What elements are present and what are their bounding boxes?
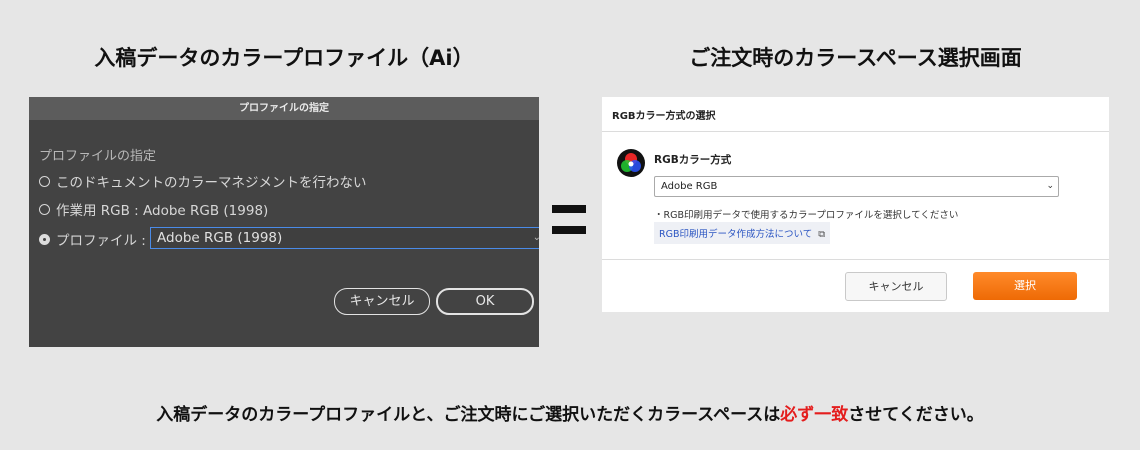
rgb-guide-link[interactable]: RGB印刷用データ作成方法について ⧉ [654,222,831,244]
instruction-text: 入稿データのカラープロファイルと、ご注文時にご選択いただくカラースペースは必ず一… [0,400,1140,425]
instruction-emphasis: 必ず一致 [780,405,849,425]
instruction-after: させてください。 [848,405,984,425]
equals-icon-bottom-bar [552,226,586,234]
order-color-space-dialog: RGBカラー方式の選択 RGBカラー方式 Adobe RGB ⌄ ・RGB印刷用… [602,97,1109,312]
radio-icon[interactable] [39,175,50,187]
divider [602,259,1109,260]
equals-icon-top-bar [552,205,586,213]
dialog-titlebar: プロファイルの指定 [29,97,539,120]
divider [602,131,1109,132]
profile-select-value: Adobe RGB (1998) [157,230,283,246]
illustrator-profile-dialog: プロファイルの指定 プロファイルの指定 このドキュメントのカラーマネジメントを行… [29,97,539,347]
color-space-select-value: Adobe RGB [661,181,718,192]
option-no-color-management[interactable]: このドキュメントのカラーマネジメントを行わない [39,171,367,191]
ok-button[interactable]: OK [436,288,534,315]
option-working-rgb[interactable]: 作業用 RGB : Adobe RGB (1998) [39,199,268,219]
chevron-down-icon: ⌄ [1046,181,1054,191]
heading-color-profile: 入稿データのカラープロファイル（Ai） [94,46,474,70]
color-space-select[interactable]: Adobe RGB ⌄ [654,176,1059,197]
profile-select[interactable]: Adobe RGB (1998) ⌄ [150,227,539,249]
option-label: プロファイル : [56,233,146,249]
cancel-button[interactable]: キャンセル [845,272,947,301]
link-label: RGB印刷用データ作成方法について [659,229,813,240]
option-label: このドキュメントのカラーマネジメントを行わない [56,175,367,191]
option-label: 作業用 RGB : Adobe RGB (1998) [56,203,269,219]
radio-selected-icon[interactable] [39,233,50,245]
section-title: RGBカラー方式 [654,154,732,166]
rgb-circles-icon [617,149,645,177]
instruction-before: 入稿データのカラープロファイルと、ご注文時にご選択いただくカラースペースは [156,405,781,425]
chevron-down-icon: ⌄ [532,232,539,243]
help-note: ・RGB印刷用データで使用するカラープロファイルを選択してください [654,210,959,221]
select-button[interactable]: 選択 [973,272,1077,300]
dialog-title: RGBカラー方式の選択 [612,111,716,122]
external-window-icon: ⧉ [818,229,826,240]
heading-color-space-screen: ご注文時のカラースペース選択画面 [689,46,1022,70]
radio-icon[interactable] [39,203,50,215]
option-profile[interactable]: プロファイル : [39,229,146,249]
cancel-button[interactable]: キャンセル [334,288,430,315]
section-label: プロファイルの指定 [39,149,157,164]
